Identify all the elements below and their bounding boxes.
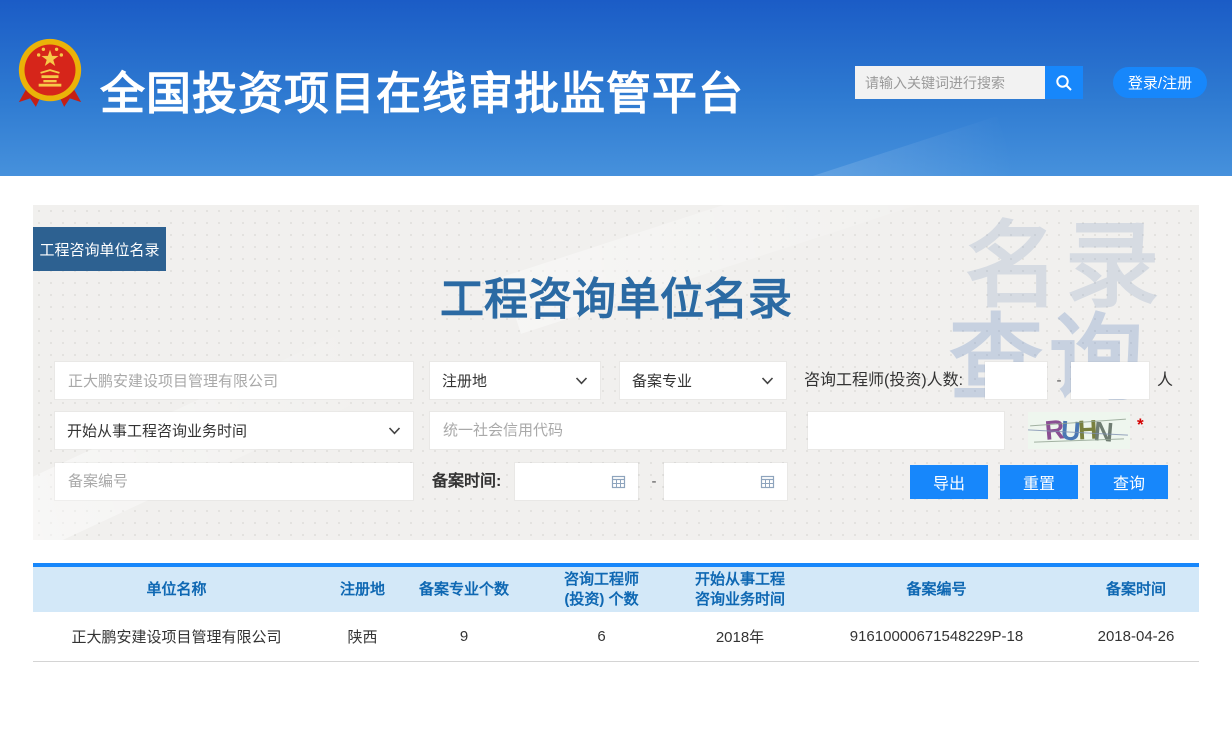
site-title: 全国投资项目在线审批监管平台 (100, 57, 744, 122)
query-button[interactable]: 查询 (1090, 465, 1168, 499)
cell-engineer-count: 6 (523, 612, 680, 661)
header-search (855, 66, 1083, 99)
col-header-unit-name: 单位名称 (33, 567, 320, 612)
captcha-input[interactable] (808, 412, 1004, 449)
export-button[interactable]: 导出 (910, 465, 988, 499)
col-header-engineer-count: 咨询工程师 (投资) 个数 (523, 567, 680, 612)
cell-unit-name: 正大鹏安建设项目管理有限公司 (33, 612, 320, 661)
engineer-count-min-input[interactable] (985, 362, 1047, 399)
credit-code-input[interactable] (430, 412, 786, 449)
register-place-select-value: 注册地 (442, 370, 487, 391)
cell-major-count: 9 (405, 612, 523, 661)
table-header-row: 单位名称 注册地 备案专业个数 咨询工程师 (投资) 个数 开始从事工程 咨询业… (33, 567, 1199, 612)
register-place-select[interactable]: 注册地 (430, 362, 600, 399)
start-business-time-select[interactable]: 开始从事工程咨询业务时间 (55, 412, 413, 449)
reset-button[interactable]: 重置 (1000, 465, 1078, 499)
record-major-select-value: 备案专业 (632, 370, 692, 391)
results-table: 单位名称 注册地 备案专业个数 咨询工程师 (投资) 个数 开始从事工程 咨询业… (33, 567, 1199, 662)
col-header-start-time: 开始从事工程 咨询业务时间 (680, 567, 800, 612)
national-emblem-icon (16, 34, 84, 108)
company-name-input[interactable] (55, 362, 413, 399)
col-header-major-count: 备案专业个数 (405, 567, 523, 612)
engineer-count-label: 咨询工程师(投资)人数: (804, 362, 963, 399)
record-time-label: 备案时间: (432, 463, 501, 500)
col-header-register-place: 注册地 (320, 567, 405, 612)
chevron-down-icon (388, 427, 401, 435)
site-header: 全国投资项目在线审批监管平台 登录/注册 (0, 0, 1232, 176)
cell-register-place: 陕西 (320, 612, 405, 661)
chevron-down-icon (575, 377, 588, 385)
login-register-button[interactable]: 登录/注册 (1113, 67, 1207, 98)
col-header-record-time: 备案时间 (1073, 567, 1199, 612)
cell-record-number: 91610000671548229P-18 (800, 612, 1073, 661)
tab-consulting-unit-directory[interactable]: 工程咨询单位名录 (33, 227, 166, 271)
required-asterisk: * (1137, 415, 1144, 435)
chevron-down-icon (761, 377, 774, 385)
range-separator: - (1049, 362, 1069, 399)
page: 全国投资项目在线审批监管平台 登录/注册 名录 查询 工程咨询单位名录 工程咨询… (0, 0, 1232, 735)
search-icon (1055, 74, 1073, 92)
record-major-select[interactable]: 备案专业 (620, 362, 786, 399)
col-header-record-number: 备案编号 (800, 567, 1073, 612)
record-number-input[interactable] (55, 463, 413, 500)
table-row[interactable]: 正大鹏安建设项目管理有限公司 陕西 9 6 2018年 916100006715… (33, 612, 1199, 661)
date-separator: - (646, 463, 662, 500)
page-title: 工程咨询单位名录 (33, 263, 1199, 327)
search-input[interactable] (855, 66, 1045, 99)
search-button[interactable] (1045, 66, 1083, 99)
calendar-icon (760, 474, 775, 489)
record-time-start-input[interactable] (515, 463, 638, 500)
cell-start-time: 2018年 (680, 612, 800, 661)
results-table-wrap: 单位名称 注册地 备案专业个数 咨询工程师 (投资) 个数 开始从事工程 咨询业… (33, 563, 1199, 662)
person-unit-label: 人 (1157, 362, 1173, 399)
cell-record-time: 2018-04-26 (1073, 612, 1199, 661)
calendar-icon (611, 474, 626, 489)
record-time-end-input[interactable] (664, 463, 787, 500)
captcha-image[interactable]: R U H N (1028, 412, 1130, 449)
national-emblem-logo (16, 34, 84, 108)
engineer-count-max-input[interactable] (1071, 362, 1149, 399)
query-panel: 名录 查询 工程咨询单位名录 工程咨询单位名录 注册地 备案专业 咨询工程师(投… (33, 205, 1199, 540)
start-business-time-select-value: 开始从事工程咨询业务时间 (67, 420, 247, 441)
